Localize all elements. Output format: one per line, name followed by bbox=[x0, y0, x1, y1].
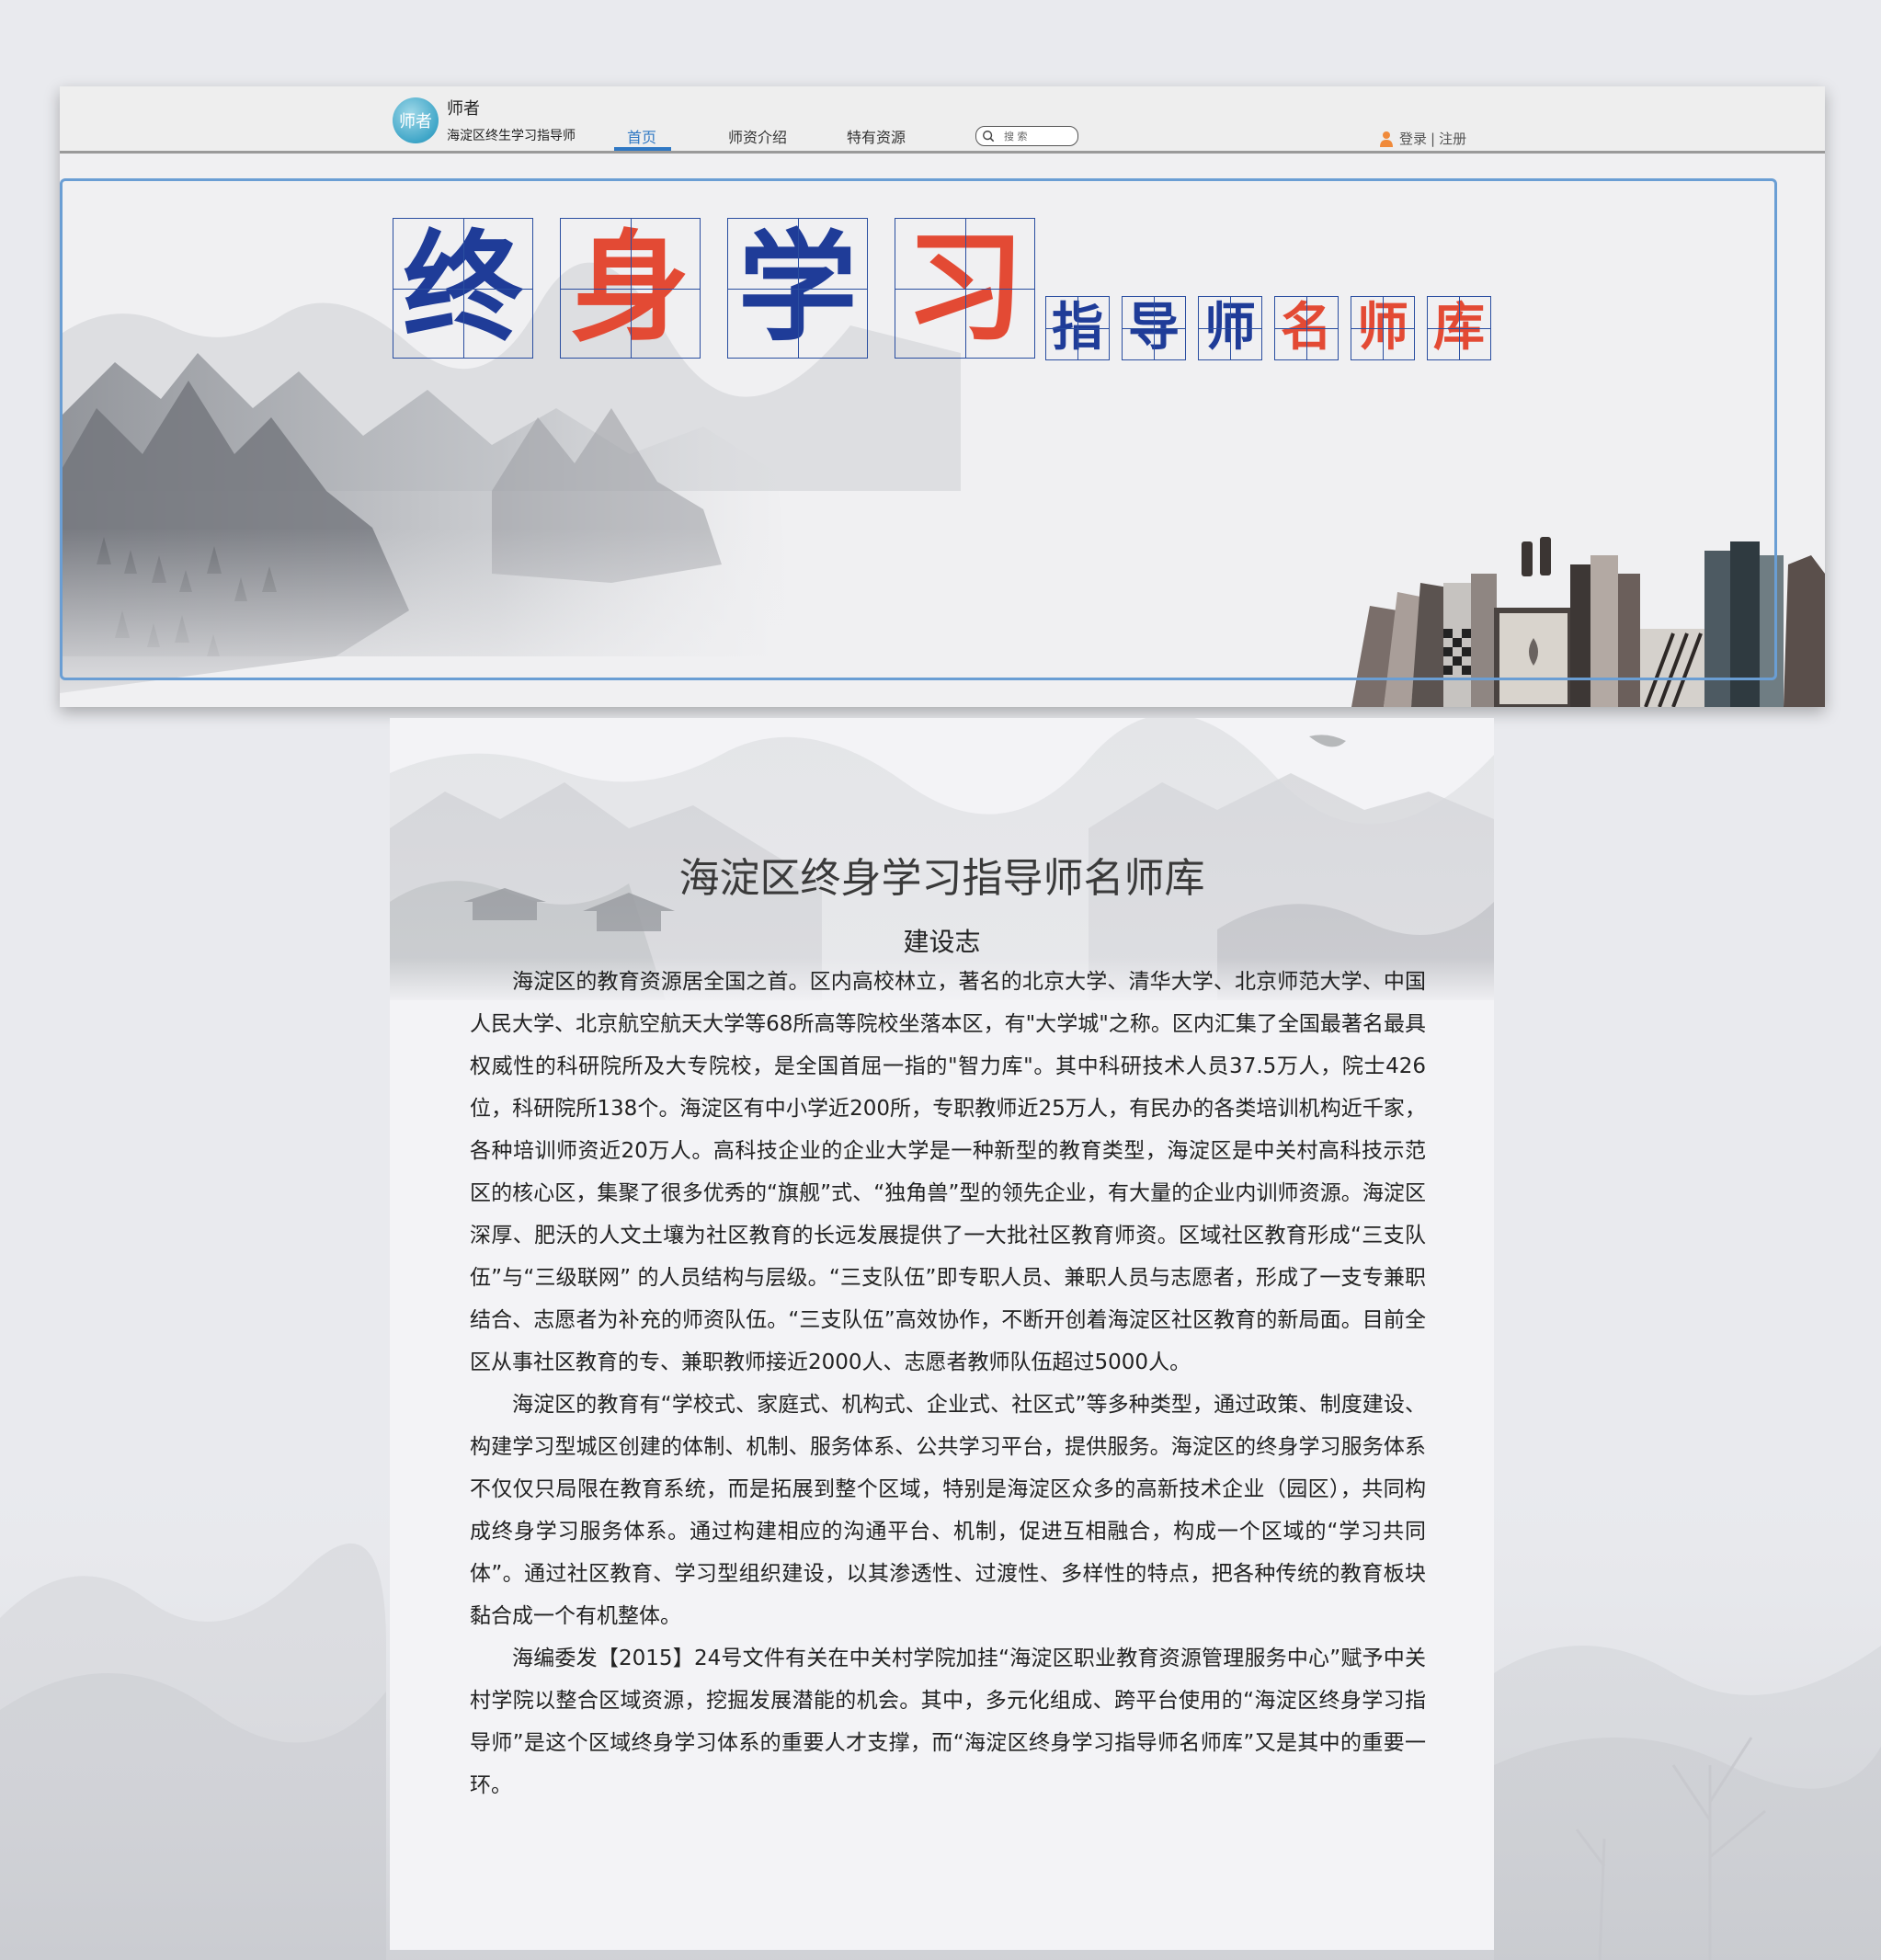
nav-bar: 师者 师者 海淀区终生学习指导师 首页 师资介绍 特有资源 登录 | 注册 bbox=[60, 86, 1825, 154]
user-area: 登录 | 注册 bbox=[1379, 129, 1466, 148]
brand-subtitle: 海淀区终生学习指导师 bbox=[447, 129, 576, 143]
brand-name: 师者 bbox=[447, 99, 480, 119]
banner-small-char-4: 名 bbox=[1274, 296, 1339, 360]
banner-small-char-2: 导 bbox=[1122, 296, 1186, 360]
banner-small-char-5: 师 bbox=[1351, 296, 1415, 360]
article-subtitle: 建设志 bbox=[903, 927, 981, 957]
article-title: 海淀区终身学习指导师名师库 bbox=[678, 855, 1205, 902]
header-card: 师者 师者 海淀区终生学习指导师 首页 师资介绍 特有资源 登录 | 注册 bbox=[60, 86, 1825, 707]
login-register-separator: | bbox=[1431, 130, 1436, 147]
search-input[interactable] bbox=[995, 130, 1068, 142]
nav-item-home[interactable]: 首页 bbox=[627, 125, 656, 147]
nav-active-indicator bbox=[614, 147, 671, 151]
nav-item-resources[interactable]: 特有资源 bbox=[847, 125, 906, 147]
register-link[interactable]: 注册 bbox=[1439, 129, 1466, 148]
banner-big-char-2: 身 bbox=[560, 218, 701, 359]
banner-small-char-6: 库 bbox=[1427, 296, 1491, 360]
banner-small-char-3: 师 bbox=[1198, 296, 1262, 360]
article-panel: 海淀区终身学习指导师名师库 建设志 海淀区的教育资源居全国之首。区内高校林立，著… bbox=[390, 718, 1494, 1950]
logo-text: 师者 bbox=[399, 112, 432, 131]
search-box[interactable] bbox=[975, 126, 1078, 146]
search-icon[interactable] bbox=[982, 130, 995, 142]
article-paragraph: 海淀区的教育资源居全国之首。区内高校林立，著名的北京大学、清华大学、北京师范大学… bbox=[470, 970, 1426, 1374]
article-body: 海淀区的教育资源居全国之首。区内高校林立，著名的北京大学、清华大学、北京师范大学… bbox=[470, 961, 1426, 1806]
article-paragraph: 海编委发【2015】24号文件有关在中关村学院加挂“海淀区职业教育资源管理服务中… bbox=[470, 1647, 1426, 1797]
user-icon bbox=[1380, 131, 1393, 147]
banner-big-char-4: 习 bbox=[895, 218, 1035, 359]
login-link[interactable]: 登录 bbox=[1399, 129, 1427, 148]
banner-small-char-1: 指 bbox=[1045, 296, 1110, 360]
logo[interactable]: 师者 bbox=[393, 97, 439, 143]
nav-item-teachers[interactable]: 师资介绍 bbox=[728, 125, 787, 147]
banner-big-char-3: 学 bbox=[727, 218, 868, 359]
article-paragraph: 海淀区的教育有“学校式、家庭式、机构式、企业式、社区式”等多种类型，通过政策、制… bbox=[470, 1393, 1426, 1628]
banner-big-char-1: 终 bbox=[393, 218, 533, 359]
